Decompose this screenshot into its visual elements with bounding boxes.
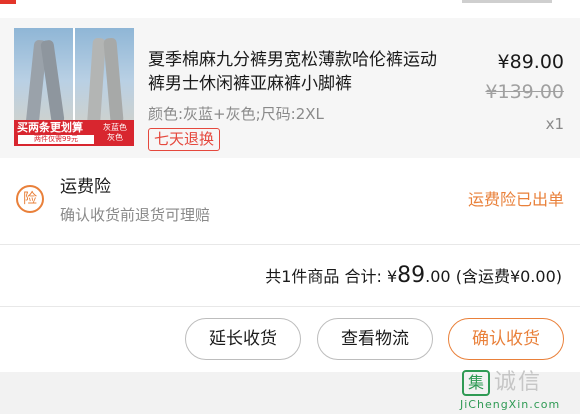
promo-color-note: 灰蓝色 灰色 xyxy=(103,123,127,142)
trouser-leg xyxy=(40,39,65,125)
product-title[interactable]: 夏季棉麻九分裤男宽松薄款哈伦裤运动裤男士休闲裤亚麻裤小脚裤 xyxy=(148,48,444,96)
shop-mark xyxy=(0,0,16,4)
shipping-note: (含运费¥0.00) xyxy=(455,267,562,286)
product-thumbnail[interactable]: 买两条更划算 两件仅需99元 灰蓝色 灰色 xyxy=(14,28,134,146)
total-currency: ¥ xyxy=(386,267,398,286)
confirm-receipt-button[interactable]: 确认收货 xyxy=(448,318,564,360)
product-price: ¥89.00 xyxy=(497,51,564,73)
return-policy-badge: 七天退换 xyxy=(148,128,221,151)
order-summary: 共1件商品 合计: ¥89.00 (含运费¥0.00) xyxy=(265,262,562,291)
divider xyxy=(0,244,580,245)
promo-headline: 买两条更划算 xyxy=(17,121,83,134)
view-logistics-button[interactable]: 查看物流 xyxy=(317,318,433,360)
trouser-leg xyxy=(86,37,107,127)
watermark-logo: 集 xyxy=(462,370,490,396)
insurance-title: 运费险 xyxy=(60,177,111,197)
header-remnant xyxy=(462,0,552,3)
watermark-text: 诚信 xyxy=(494,370,543,395)
extend-receipt-button[interactable]: 延长收货 xyxy=(185,318,301,360)
item-count: 共1件商品 xyxy=(265,267,340,286)
promo-banner: 买两条更划算 两件仅需99元 灰蓝色 灰色 xyxy=(14,120,134,146)
total-label: 合计: xyxy=(344,267,382,286)
shipping-insurance-row[interactable]: 险 运费险 确认收货前退货可理赔 运费险已出单 xyxy=(0,158,580,244)
total-amount: 89 xyxy=(397,263,426,288)
product-quantity: x1 xyxy=(545,115,564,133)
insurance-icon: 险 xyxy=(16,185,44,213)
trouser-leg xyxy=(103,37,124,125)
original-price: ¥139.00 xyxy=(485,81,564,103)
promo-subline: 两件仅需99元 xyxy=(18,135,94,144)
insurance-status[interactable]: 运费险已出单 xyxy=(468,188,564,212)
top-strip xyxy=(0,0,580,10)
watermark-url: JiChengXin.com xyxy=(460,398,561,411)
order-item[interactable]: 买两条更划算 两件仅需99元 灰蓝色 灰色 夏季棉麻九分裤男宽松薄款哈伦裤运动裤… xyxy=(0,18,580,158)
divider xyxy=(0,306,580,307)
insurance-description: 确认收货前退货可理赔 xyxy=(60,206,211,224)
product-variant: 颜色:灰蓝+灰色;尺码:2XL xyxy=(148,105,324,123)
total-decimal: .00 xyxy=(425,267,451,286)
